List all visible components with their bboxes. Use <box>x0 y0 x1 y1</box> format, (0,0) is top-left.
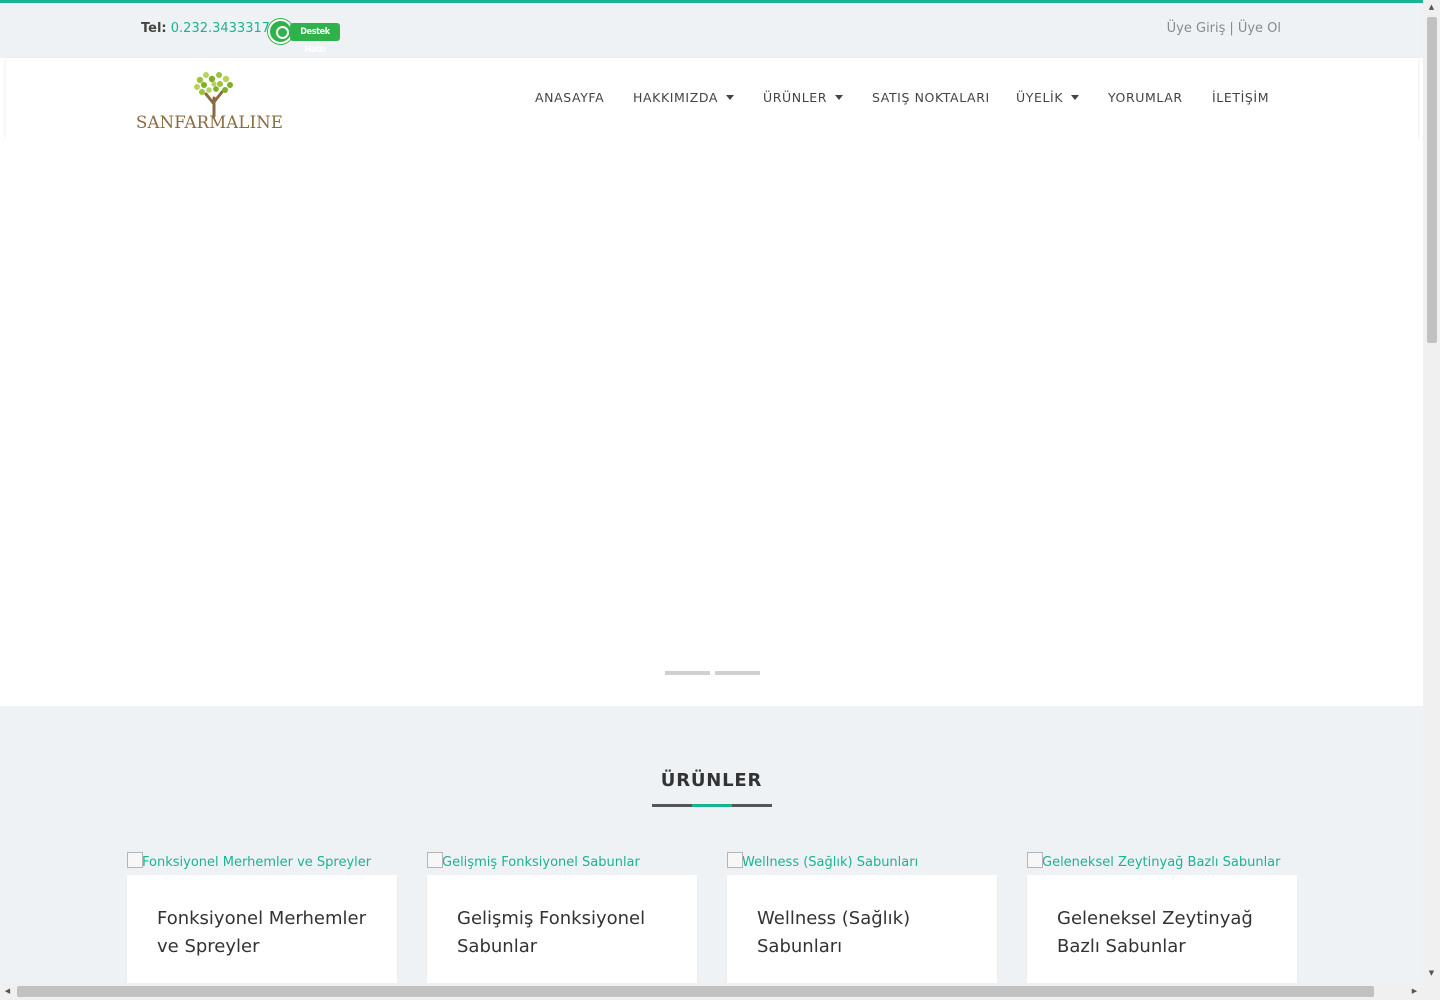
products-section: ÜRÜNLER Fonksiyonel Merhemler ve Spreyle… <box>0 706 1423 985</box>
caret-down-icon <box>726 95 735 100</box>
product-card[interactable]: Gelişmiş Fonksiyonel Sabunlar Gelişmiş F… <box>427 850 697 985</box>
scroll-left-icon[interactable]: ◀ <box>3 986 12 997</box>
login-link[interactable]: Üye Giriş <box>1167 21 1226 36</box>
product-image-alt: Wellness (Sağlık) Sabunları <box>742 854 919 870</box>
product-title[interactable]: Geleneksel Zeytinyağ Bazlı Sabunlar <box>1057 905 1267 961</box>
horizontal-scrollbar-thumb[interactable] <box>17 986 1374 997</box>
section-title: ÜRÜNLER <box>660 770 763 791</box>
nav-item-sales-points[interactable]: SATIŞ NOKTALARI <box>872 90 1016 105</box>
main-menu: ANASAYFA HAKKIMIZDA ÜRÜNLER SATIŞ NOKTAL… <box>535 90 1269 105</box>
scroll-right-icon[interactable]: ▶ <box>1410 986 1419 997</box>
product-image-alt: Fonksiyonel Merhemler ve Spreyler <box>142 854 372 870</box>
scroll-down-icon[interactable]: ▼ <box>1427 969 1436 978</box>
scroll-up-icon[interactable]: ▲ <box>1427 3 1436 12</box>
nav-item-label: HAKKIMIZDA <box>633 90 719 105</box>
vertical-scrollbar-thumb[interactable] <box>1427 17 1437 343</box>
auth-separator: | <box>1229 21 1234 36</box>
top-bar: Tel: 0.232.3433317 Destek Hattı Üye Giri… <box>0 3 1423 58</box>
slider-dot[interactable] <box>665 671 710 675</box>
scrollbar-corner <box>1423 983 1440 1000</box>
caret-down-icon <box>835 95 844 100</box>
section-title-underline <box>652 804 772 807</box>
nav-item-label: İLETİŞİM <box>1212 90 1270 105</box>
broken-image-icon <box>1027 852 1043 868</box>
register-link[interactable]: Üye Ol <box>1238 21 1281 36</box>
nav-item-reviews[interactable]: YORUMLAR <box>1108 90 1212 105</box>
horizontal-scrollbar[interactable]: ◀ ▶ <box>0 983 1423 1000</box>
broken-image-icon <box>127 852 143 868</box>
product-title[interactable]: Fonksiyonel Merhemler ve Spreyler <box>157 905 367 961</box>
product-card-body: Fonksiyonel Merhemler ve Spreyler <box>127 875 397 985</box>
product-card-body: Gelişmiş Fonksiyonel Sabunlar <box>427 875 697 985</box>
slider-pagination <box>665 671 760 675</box>
phone-number-link[interactable]: 0.232.3433317 <box>171 21 270 36</box>
nav-item-about[interactable]: HAKKIMIZDA <box>633 90 763 105</box>
nav-item-label: SATIŞ NOKTALARI <box>872 90 990 105</box>
product-image[interactable]: Geleneksel Zeytinyağ Bazlı Sabunlar <box>1027 850 1297 874</box>
phone-info: Tel: 0.232.3433317 <box>141 21 270 36</box>
product-title[interactable]: Wellness (Sağlık) Sabunları <box>757 905 967 961</box>
product-image[interactable]: Wellness (Sağlık) Sabunları <box>727 850 997 874</box>
broken-image-icon <box>727 852 743 868</box>
nav-item-label: ÜRÜNLER <box>763 90 828 105</box>
nav-item-home[interactable]: ANASAYFA <box>535 90 633 105</box>
hero-slider <box>0 138 1423 706</box>
product-image-alt: Gelişmiş Fonksiyonel Sabunlar <box>442 854 640 870</box>
product-card-body: Geleneksel Zeytinyağ Bazlı Sabunlar <box>1027 875 1297 985</box>
slider-dot[interactable] <box>715 671 760 675</box>
product-image[interactable]: Gelişmiş Fonksiyonel Sabunlar <box>427 850 697 874</box>
product-card-body: Wellness (Sağlık) Sabunları <box>727 875 997 985</box>
broken-image-icon <box>427 852 443 868</box>
auth-links: Üye Giriş | Üye Ol <box>1167 21 1281 36</box>
product-image-alt: Geleneksel Zeytinyağ Bazlı Sabunlar <box>1042 854 1281 870</box>
nav-item-label: ANASAYFA <box>535 90 605 105</box>
whatsapp-support-link[interactable]: Destek Hattı <box>268 19 340 55</box>
nav-item-products[interactable]: ÜRÜNLER <box>763 90 872 105</box>
product-card[interactable]: Fonksiyonel Merhemler ve Spreyler Fonksi… <box>127 850 397 985</box>
nav-item-contact[interactable]: İLETİŞİM <box>1212 90 1269 105</box>
page: Tel: 0.232.3433317 Destek Hattı Üye Giri… <box>0 0 1423 985</box>
phone-label: Tel: <box>141 21 167 36</box>
logo-wordmark: SANFARMALINE <box>136 113 284 132</box>
tree-logo-icon <box>194 72 233 118</box>
nav-item-label: ÜYELİK <box>1016 90 1064 105</box>
product-title[interactable]: Gelişmiş Fonksiyonel Sabunlar <box>457 905 667 961</box>
nav-item-label: YORUMLAR <box>1108 90 1183 105</box>
product-image[interactable]: Fonksiyonel Merhemler ve Spreyler <box>127 850 397 874</box>
vertical-scrollbar[interactable]: ▲ ▼ <box>1423 0 1440 985</box>
site-logo[interactable]: SANFARMALINE <box>136 68 284 134</box>
nav-item-membership[interactable]: ÜYELİK <box>1016 90 1108 105</box>
product-card[interactable]: Geleneksel Zeytinyağ Bazlı Sabunlar Gele… <box>1027 850 1297 985</box>
caret-down-icon <box>1071 95 1080 100</box>
main-navbar: SANFARMALINE ANASAYFA HAKKIMIZDA ÜRÜNLER… <box>6 58 1418 138</box>
product-card[interactable]: Wellness (Sağlık) Sabunları Wellness (Sa… <box>727 850 997 985</box>
support-line-badge: Destek Hattı <box>290 23 340 55</box>
